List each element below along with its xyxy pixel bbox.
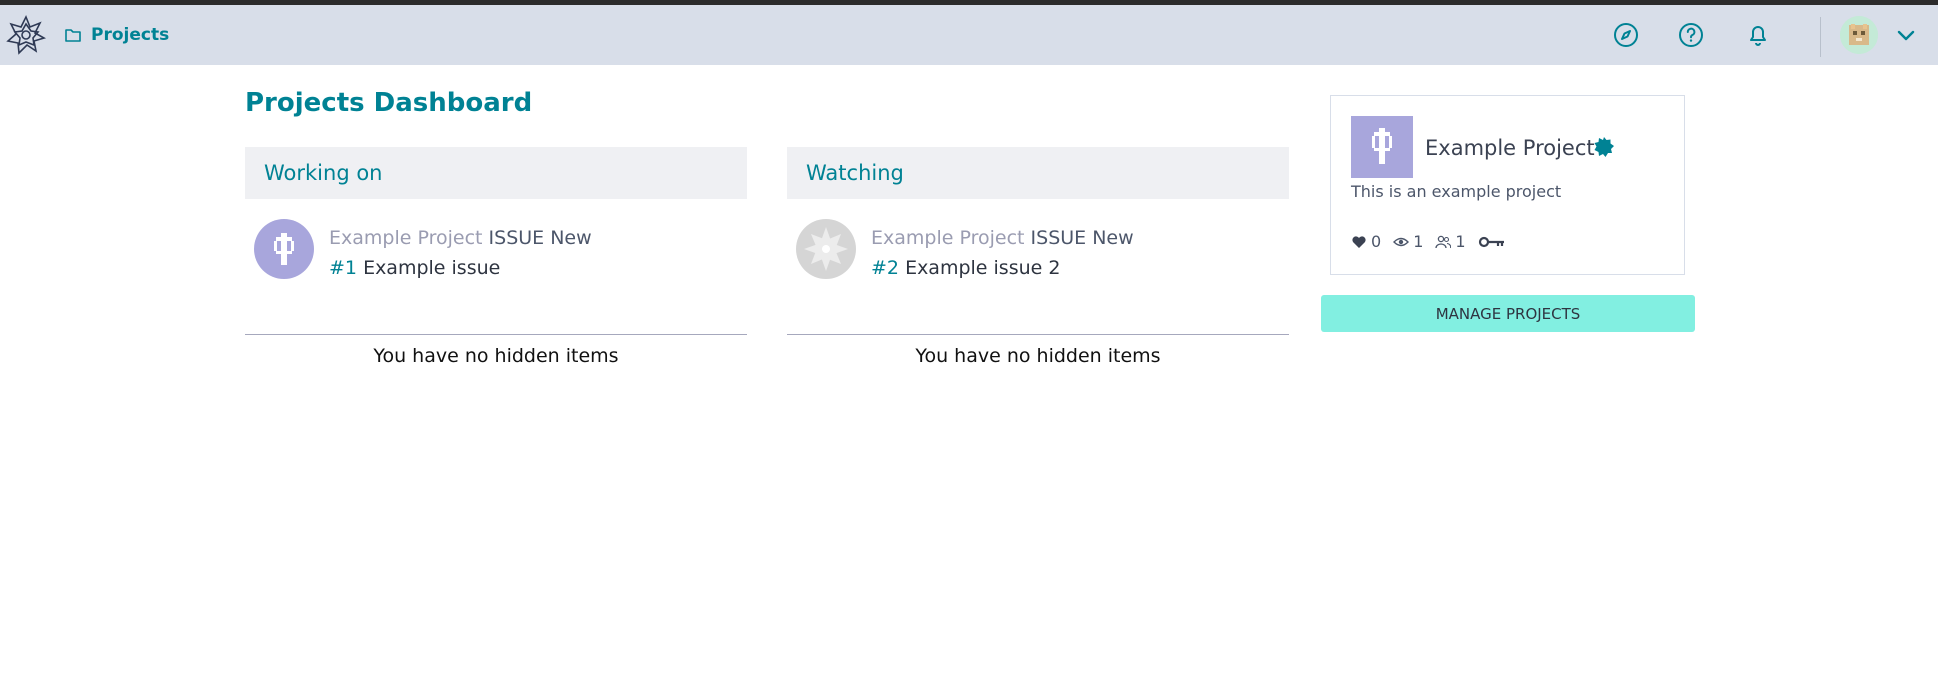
members-count: 1: [1455, 232, 1466, 251]
item-type: ISSUE: [488, 227, 545, 249]
section-divider: [787, 334, 1289, 335]
logo-icon[interactable]: [5, 14, 47, 56]
project-link[interactable]: Example Project: [329, 227, 482, 249]
nav-projects-label: Projects: [91, 25, 170, 45]
item-status: New: [1092, 227, 1134, 249]
folder-icon: [65, 29, 81, 42]
item-type: ISSUE: [1030, 227, 1087, 249]
eye-icon: [1393, 237, 1410, 246]
manage-projects-button[interactable]: MANAGE PROJECTS: [1321, 295, 1695, 332]
members-stat[interactable]: 1: [1435, 232, 1466, 251]
item-status: New: [550, 227, 592, 249]
likes-count: 0: [1371, 232, 1382, 251]
project-avatar-image: [796, 219, 856, 279]
project-card-avatar-image: [1351, 116, 1413, 178]
project-avatar-image: [254, 219, 314, 279]
notifications-icon[interactable]: [1744, 21, 1772, 49]
nav-projects-link[interactable]: Projects: [64, 5, 169, 65]
project-card-avatar[interactable]: [1351, 116, 1413, 178]
issue-title-link[interactable]: Example issue: [363, 257, 500, 279]
page-title: Projects Dashboard: [245, 88, 533, 118]
watchers-count: 1: [1413, 232, 1424, 251]
item-title-line: #2 Example issue 2: [871, 257, 1060, 279]
project-link[interactable]: Example Project: [871, 227, 1024, 249]
key-icon: [1478, 236, 1504, 247]
explore-icon[interactable]: [1612, 21, 1640, 49]
project-card: Example Project This is an example proje…: [1330, 95, 1685, 275]
watchers-stat[interactable]: 1: [1393, 232, 1423, 251]
working-on-column: Working on Example Project ISSUE New #1 …: [245, 147, 747, 367]
watching-header: Watching: [787, 147, 1289, 199]
top-navbar: Projects: [0, 5, 1938, 65]
section-divider: [245, 334, 747, 335]
project-avatar[interactable]: [796, 219, 856, 279]
list-item: Example Project ISSUE New #1 Example iss…: [245, 199, 747, 289]
project-avatar[interactable]: [254, 219, 314, 279]
working-on-header: Working on: [245, 147, 747, 199]
no-hidden-items-text: You have no hidden items: [373, 345, 619, 367]
list-item: Example Project ISSUE New #2 Example iss…: [787, 199, 1289, 289]
user-avatar-image: [1840, 16, 1878, 54]
item-title-line: #1 Example issue: [329, 257, 500, 279]
project-card-title[interactable]: Example Project: [1425, 136, 1595, 160]
project-card-description: This is an example project: [1351, 182, 1562, 201]
likes-stat[interactable]: 0: [1351, 232, 1381, 251]
issue-title-link[interactable]: Example issue 2: [905, 257, 1060, 279]
project-card-stats: 0 1 1: [1351, 232, 1506, 251]
watching-column: Watching Example Project ISSUE New #2 Ex…: [787, 147, 1289, 367]
access-stat[interactable]: [1478, 234, 1506, 250]
item-meta: Example Project ISSUE New: [329, 227, 592, 249]
user-avatar[interactable]: [1840, 16, 1878, 54]
help-icon[interactable]: [1677, 21, 1705, 49]
members-icon: [1435, 235, 1452, 248]
issue-number-link[interactable]: #1: [329, 257, 357, 279]
verified-badge-icon: [1594, 137, 1614, 157]
heart-icon: [1352, 235, 1366, 248]
navbar-divider: [1820, 17, 1821, 57]
issue-number-link[interactable]: #2: [871, 257, 899, 279]
no-hidden-items-text: You have no hidden items: [915, 345, 1161, 367]
item-meta: Example Project ISSUE New: [871, 227, 1134, 249]
chevron-down-icon[interactable]: [1896, 29, 1916, 43]
